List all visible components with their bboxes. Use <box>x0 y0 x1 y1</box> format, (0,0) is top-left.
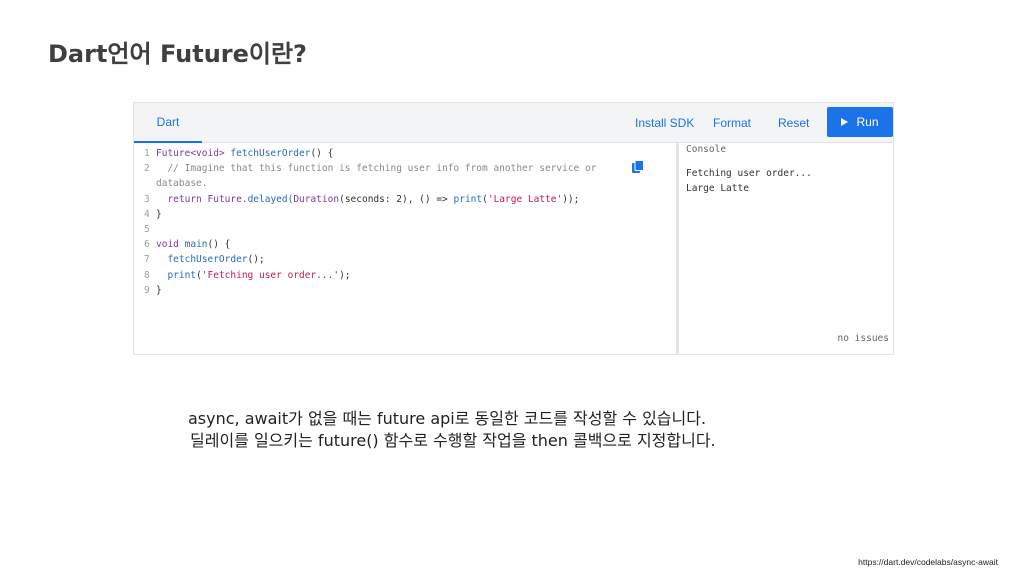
tab-dart[interactable]: Dart <box>134 103 202 143</box>
line-number: 3 <box>144 193 150 205</box>
code-string: 'Fetching user order...' <box>201 269 340 281</box>
format-button[interactable]: Format <box>713 103 751 142</box>
code-line: 9} <box>144 283 596 298</box>
code-token: Future <box>207 193 242 205</box>
play-icon <box>841 118 849 126</box>
code-line: 6 void main() { <box>144 237 596 252</box>
code-line: 2 // Imagine that this function is fetch… <box>144 161 596 176</box>
code-token: return <box>167 193 202 205</box>
run-button[interactable]: Run <box>827 107 893 137</box>
line-number: 1 <box>144 148 150 159</box>
dartpad-toolbar: Dart Install SDK Format Reset Run <box>134 103 893 143</box>
code-string: 'Large Latte' <box>487 193 563 205</box>
caption-line: async, await가 없을 때는 future api로 동일한 코드를 … <box>188 409 707 428</box>
code-token: () { <box>310 148 334 159</box>
code-comment: // Imagine that this function is fetchin… <box>167 163 597 175</box>
code-line: 1 Future<void> fetchUserOrder() { <box>144 146 596 161</box>
code-line: 3 return Future.delayed(Duration(seconds… <box>144 192 596 207</box>
code-token: } <box>156 208 162 220</box>
code-line: 8 print('Fetching user order...'); <box>144 268 596 283</box>
console-panel: Console Fetching user order... Large Lat… <box>679 143 893 354</box>
code-line: 7 fetchUserOrder(); <box>144 252 596 267</box>
line-number: 6 <box>144 239 150 251</box>
code-token: main <box>184 239 208 251</box>
console-label: Console <box>686 144 727 155</box>
code-editor[interactable]: 1 Future<void> fetchUserOrder() { 2 // Im… <box>134 143 676 354</box>
code-token: (); <box>247 254 265 266</box>
source-url: https://dart.dev/codelabs/async-await <box>858 557 998 567</box>
line-number: 8 <box>144 269 150 281</box>
code-token: )); <box>562 193 580 205</box>
code-token: fetchUserOrder <box>167 254 248 266</box>
line-number: 5 <box>144 223 150 235</box>
code-token: .delayed( <box>241 193 294 205</box>
run-button-label: Run <box>856 115 879 129</box>
code-token: () { <box>207 239 231 251</box>
code-token: Future<void> <box>156 148 225 159</box>
line-number: 2 <box>144 163 150 175</box>
console-output-line: Large Latte <box>686 183 749 194</box>
console-output-line: Fetching user order... <box>686 168 812 179</box>
caption-line: 딜레이를 일으키는 future() 함수로 수행할 작업을 then 콜백으로… <box>190 431 716 450</box>
dartpad-panel: Dart Install SDK Format Reset Run 1 Futur… <box>134 103 893 354</box>
code-line: database. <box>144 176 596 191</box>
code-token: fetchUserOrder <box>230 148 311 159</box>
code-comment: database. <box>156 178 208 190</box>
slide-title: Dart언어 Future이란? <box>48 40 307 68</box>
code-token: Duration <box>293 193 340 205</box>
reset-button[interactable]: Reset <box>778 103 809 142</box>
analysis-status: no issues <box>837 333 889 344</box>
code-token: } <box>156 284 162 296</box>
line-number: 9 <box>144 284 150 296</box>
code-token: (seconds: 2), () => <box>339 193 448 205</box>
code-token: print <box>453 193 483 205</box>
code-token: ); <box>339 269 351 281</box>
code-line: 5 <box>144 222 596 237</box>
line-number: 4 <box>144 208 150 220</box>
line-number: 7 <box>144 254 150 266</box>
code-token: print <box>167 269 197 281</box>
copy-icon[interactable] <box>631 160 645 174</box>
code-token: void <box>156 239 179 251</box>
code-line: 4} <box>144 207 596 222</box>
slide-caption: async, await가 없을 때는 future api로 동일한 코드를 … <box>188 408 716 452</box>
install-sdk-button[interactable]: Install SDK <box>635 103 694 142</box>
